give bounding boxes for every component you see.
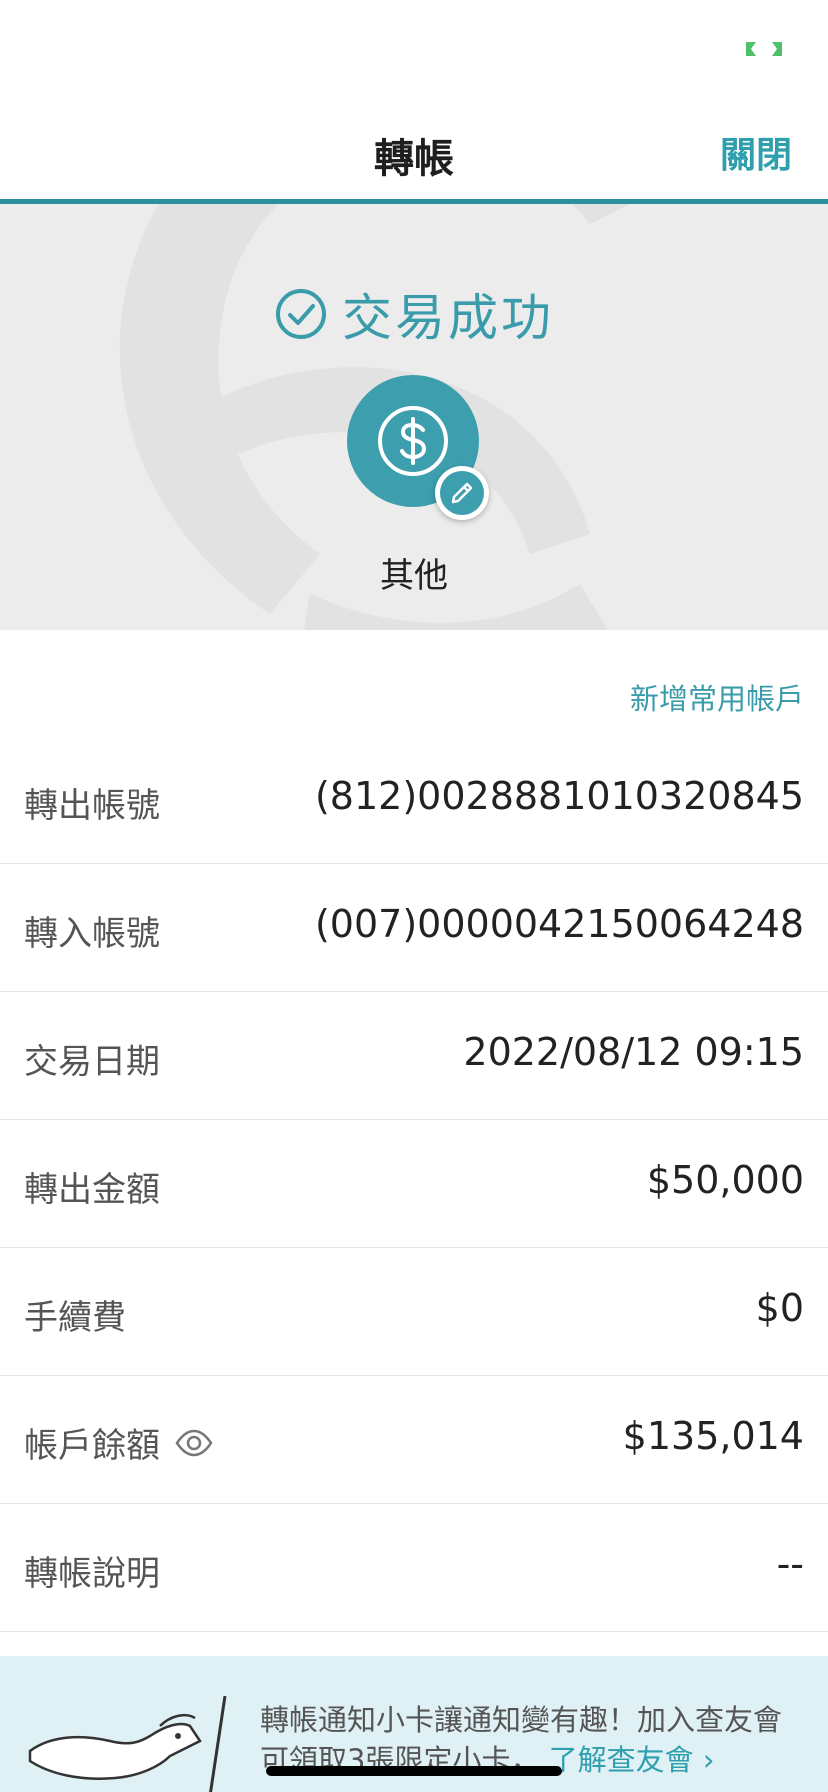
row-transaction-date: 交易日期 2022/08/12 09:15 xyxy=(0,992,828,1120)
row-fee: 手續費 $0 xyxy=(0,1248,828,1376)
edit-category-button[interactable] xyxy=(435,466,489,520)
row-value: $0 xyxy=(755,1286,804,1330)
row-from-account: 轉出帳號 (812)0028881010320845 xyxy=(0,736,828,864)
row-label: 帳戶餘額 xyxy=(24,1426,160,1466)
learn-more-link[interactable]: 了解查友會 › xyxy=(549,1743,715,1777)
pencil-icon xyxy=(451,482,473,504)
add-frequent-account-link[interactable]: 新增常用帳戶 xyxy=(630,676,804,718)
success-status: 交易成功 xyxy=(0,278,828,350)
row-label: 轉出金額 xyxy=(24,1170,160,1210)
row-transfer-amount: 轉出金額 $50,000 xyxy=(0,1120,828,1248)
row-value: (007)0000042150064248 xyxy=(314,902,804,946)
nav-header: 轉帳 關閉 xyxy=(0,90,828,204)
success-text: 交易成功 xyxy=(342,289,554,347)
eye-icon[interactable] xyxy=(174,1428,214,1458)
row-label: 轉出帳號 xyxy=(24,786,160,826)
row-value: $135,014 xyxy=(622,1414,804,1458)
row-label: 手續費 xyxy=(24,1298,126,1338)
close-button[interactable]: 關閉 xyxy=(720,126,792,178)
page-title: 轉帳 xyxy=(374,136,454,182)
check-circle-icon xyxy=(276,289,326,339)
row-label-with-eye: 帳戶餘額 xyxy=(24,1418,214,1467)
home-indicator xyxy=(266,1766,562,1776)
dollar-icon xyxy=(378,406,448,476)
row-value: 2022/08/12 09:15 xyxy=(463,1030,804,1074)
row-value: -- xyxy=(776,1542,804,1586)
row-label: 轉帳說明 xyxy=(24,1554,160,1594)
status-bar xyxy=(0,0,828,90)
row-to-account: 轉入帳號 (007)0000042150064248 xyxy=(0,864,828,992)
transaction-result-panel: 交易成功 其他 xyxy=(0,204,828,630)
row-account-balance: 帳戶餘額 $135,014 xyxy=(0,1376,828,1504)
signal-icon xyxy=(746,42,782,56)
row-value: (812)0028881010320845 xyxy=(314,774,804,818)
row-label: 交易日期 xyxy=(24,1042,160,1082)
row-value: $50,000 xyxy=(646,1158,804,1202)
row-label: 轉入帳號 xyxy=(24,914,160,954)
category-label: 其他 xyxy=(380,556,448,596)
dog-illustration xyxy=(28,1696,227,1792)
transaction-details: 轉出帳號 (812)0028881010320845 轉入帳號 (007)000… xyxy=(0,736,828,1632)
row-transfer-note: 轉帳說明 -- xyxy=(0,1504,828,1632)
